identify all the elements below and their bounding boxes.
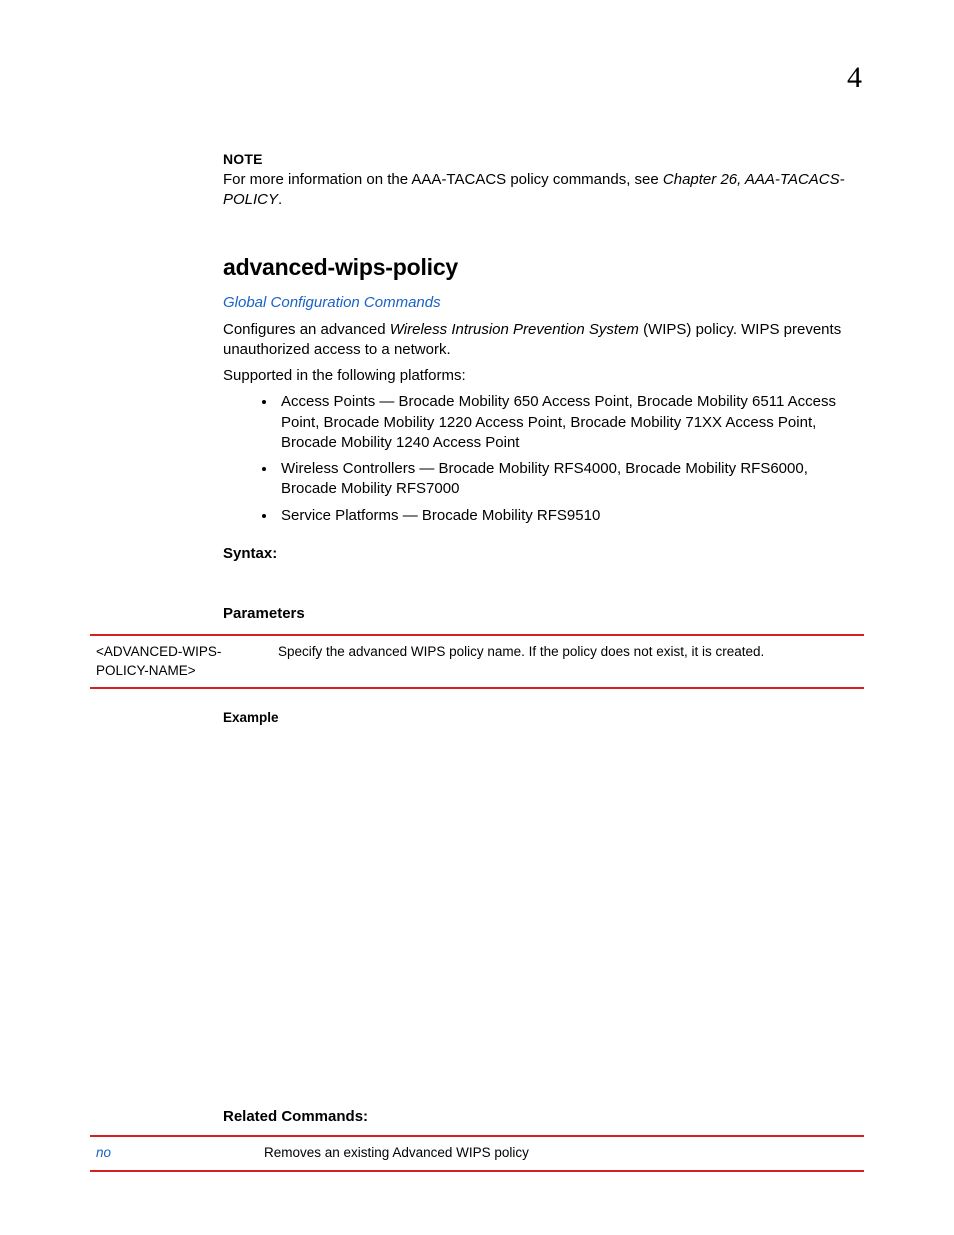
desc-pre: Configures an advanced — [223, 321, 390, 338]
example-heading: Example — [223, 709, 864, 727]
note-prefix: For more information on the AAA-TACACS p… — [223, 171, 663, 188]
note-label: NOTE — [223, 150, 864, 169]
param-name-cell: <ADVANCED-WIPS-POLICY-NAME> — [96, 643, 278, 679]
list-item: Access Points — Brocade Mobility 650 Acc… — [277, 392, 864, 453]
note-body: For more information on the AAA-TACACS p… — [223, 170, 864, 211]
content-body: NOTE For more information on the AAA-TAC… — [223, 150, 864, 1172]
list-item: Service Platforms — Brocade Mobility RFS… — [277, 506, 864, 526]
related-cmd-link[interactable]: no — [96, 1144, 264, 1162]
description-paragraph: Configures an advanced Wireless Intrusio… — [223, 320, 864, 361]
note-suffix: . — [278, 191, 282, 208]
related-cmd-desc: Removes an existing Advanced WIPS policy — [264, 1144, 864, 1162]
related-commands-heading: Related Commands: — [223, 1107, 864, 1127]
platform-list: Access Points — Brocade Mobility 650 Acc… — [253, 392, 864, 526]
related-commands-table: no Removes an existing Advanced WIPS pol… — [90, 1135, 864, 1171]
parameters-table: <ADVANCED-WIPS-POLICY-NAME> Specify the … — [90, 634, 864, 688]
param-desc-cell: Specify the advanced WIPS policy name. I… — [278, 643, 864, 679]
list-item: Wireless Controllers — Brocade Mobility … — [277, 459, 864, 500]
document-page: 4 NOTE For more information on the AAA-T… — [0, 0, 954, 1235]
desc-italic: Wireless Intrusion Prevention System — [390, 321, 639, 338]
syntax-heading: Syntax: — [223, 544, 864, 564]
supported-heading: Supported in the following platforms: — [223, 366, 864, 386]
section-title: advanced-wips-policy — [223, 252, 864, 283]
parameters-heading: Parameters — [223, 604, 864, 624]
crossref-link[interactable]: Global Configuration Commands — [223, 293, 864, 313]
chapter-number: 4 — [847, 58, 862, 99]
